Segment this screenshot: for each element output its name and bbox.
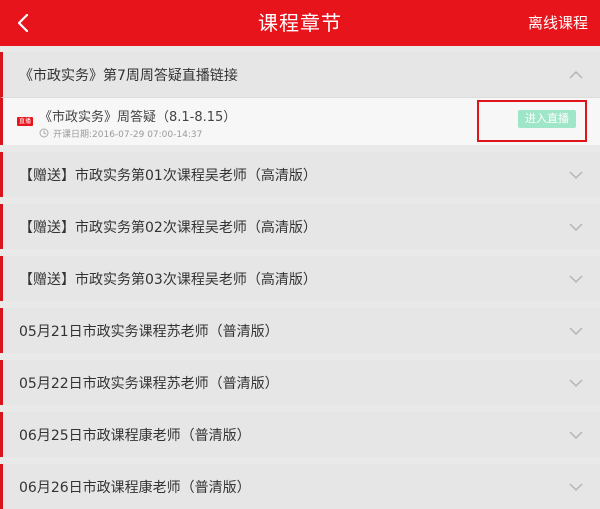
clock-icon <box>39 128 49 138</box>
chapter-item[interactable]: 05月22日市政实务课程苏老师（普清版） <box>0 360 600 405</box>
chapter-label: 【赠送】市政实务第02次课程吴老师（高清版） <box>19 219 317 236</box>
app-header: 课程章节 离线课程 <box>0 0 600 46</box>
chapter-item[interactable]: 《市政实务》第7周周答疑直播链接 <box>0 52 600 97</box>
offline-courses-button[interactable]: 离线课程 <box>528 0 588 46</box>
chapter-label: 《市政实务》第7周周答疑直播链接 <box>19 67 238 84</box>
chevron-down-icon <box>569 223 583 232</box>
chevron-up-icon <box>569 70 583 79</box>
chevron-down-icon <box>569 327 583 336</box>
chapter-item[interactable]: 【赠送】市政实务第01次课程吴老师（高清版） <box>0 152 600 197</box>
enter-live-button[interactable]: 进入直播 <box>518 110 576 128</box>
chapter-item[interactable]: 05月21日市政实务课程苏老师（普清版） <box>0 308 600 353</box>
chapter-label: 【赠送】市政实务第01次课程吴老师（高清版） <box>19 167 317 184</box>
chapter-item[interactable]: 06月26日市政课程康老师（普清版） <box>0 464 600 509</box>
chevron-down-icon <box>569 275 583 284</box>
chapter-label: 06月26日市政课程康老师（普清版） <box>19 479 251 496</box>
chevron-down-icon <box>569 171 583 180</box>
chapter-label: 05月22日市政实务课程苏老师（普清版） <box>19 375 279 392</box>
chapter-item[interactable]: 【赠送】市政实务第02次课程吴老师（高清版） <box>0 204 600 249</box>
chapter-label: 06月25日市政课程康老师（普清版） <box>19 427 251 444</box>
chevron-down-icon <box>569 379 583 388</box>
chapter-label: 05月21日市政实务课程苏老师（普清版） <box>19 323 279 340</box>
chevron-down-icon <box>569 431 583 440</box>
chapter-item[interactable]: 【赠送】市政实务第03次课程吴老师（高清版） <box>0 256 600 301</box>
page-title: 课程章节 <box>258 11 342 35</box>
lesson-item[interactable]: 直播 《市政实务》周答疑（8.1-8.15） 开课日期:2016-07-29 0… <box>0 97 600 145</box>
chapter-label: 【赠送】市政实务第03次课程吴老师（高清版） <box>19 271 317 288</box>
live-badge: 直播 <box>17 117 33 126</box>
chapter-item[interactable]: 06月25日市政课程康老师（普清版） <box>0 412 600 457</box>
lesson-title: 《市政实务》周答疑（8.1-8.15） <box>39 110 237 125</box>
chapter-list: 《市政实务》第7周周答疑直播链接 直播 《市政实务》周答疑（8.1-8.15） … <box>0 52 600 509</box>
chevron-down-icon <box>569 483 583 492</box>
lesson-date: 开课日期:2016-07-29 07:00-14:37 <box>53 130 203 140</box>
